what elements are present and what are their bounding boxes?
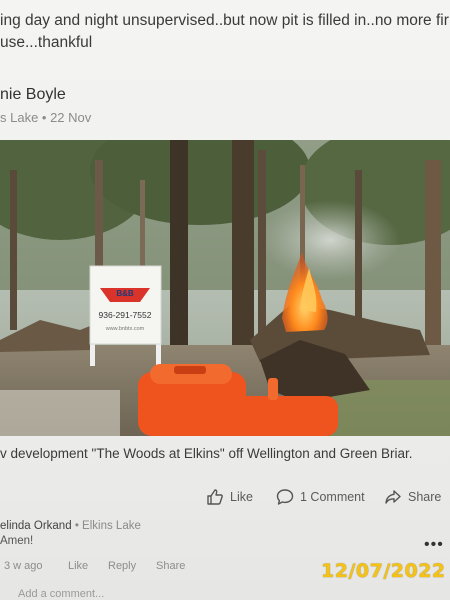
comment-share-button[interactable]: Share (156, 560, 185, 572)
comment-time: 3 w ago (4, 560, 43, 572)
post-actions-bar: Like 1 Comment Share (0, 488, 450, 514)
date-stamp-overlay: 12/07/2022 (321, 560, 446, 582)
comment-author-line: elinda Orkand • Elkins Lake (0, 520, 141, 532)
comment-like-button[interactable]: Like (68, 560, 88, 572)
comment-text: Amen! (0, 535, 34, 547)
comment-location: Elkins Lake (82, 520, 141, 532)
post-header: nie Boyle s Lake • 22 Nov (0, 86, 91, 125)
post-photo-image: B&B 936-291-7552 www.bnbtx.com (0, 140, 450, 436)
post-meta: s Lake • 22 Nov (0, 110, 92, 125)
share-button[interactable]: Share (384, 488, 441, 506)
like-button[interactable]: Like (206, 488, 253, 506)
comment-bubble-icon (276, 488, 294, 506)
like-label: Like (230, 490, 253, 504)
comment-count-label: 1 Comment (300, 490, 365, 504)
share-label: Share (408, 490, 442, 504)
screen-photo: ing day and night unsupervised..but now … (0, 0, 450, 600)
previous-post-text: ing day and night unsupervised..but now … (0, 10, 450, 54)
sign-url: www.bnbtx.com (105, 326, 145, 332)
post-author[interactable]: nie Boyle (0, 86, 91, 104)
post-caption: v development "The Woods at Elkins" off … (0, 446, 413, 461)
previous-post-line-1: ing day and night unsupervised..but now … (0, 12, 449, 29)
post-photo[interactable]: B&B 936-291-7552 www.bnbtx.com (0, 140, 450, 436)
sign-logo: B&B (116, 289, 134, 298)
share-arrow-icon (384, 488, 402, 506)
comment-item: elinda Orkand • Elkins Lake Amen! (0, 520, 450, 547)
more-options-icon[interactable]: ••• (424, 536, 444, 554)
comment-button[interactable]: 1 Comment (276, 488, 365, 506)
thumbs-up-icon (206, 488, 224, 506)
sign-phone: 936-291-7552 (99, 310, 152, 320)
add-comment-input[interactable]: Add a comment... (18, 588, 104, 600)
comment-author[interactable]: elinda Orkand (0, 520, 72, 532)
comment-reply-button[interactable]: Reply (108, 560, 136, 572)
previous-post-line-2: use...thankful (0, 34, 93, 51)
